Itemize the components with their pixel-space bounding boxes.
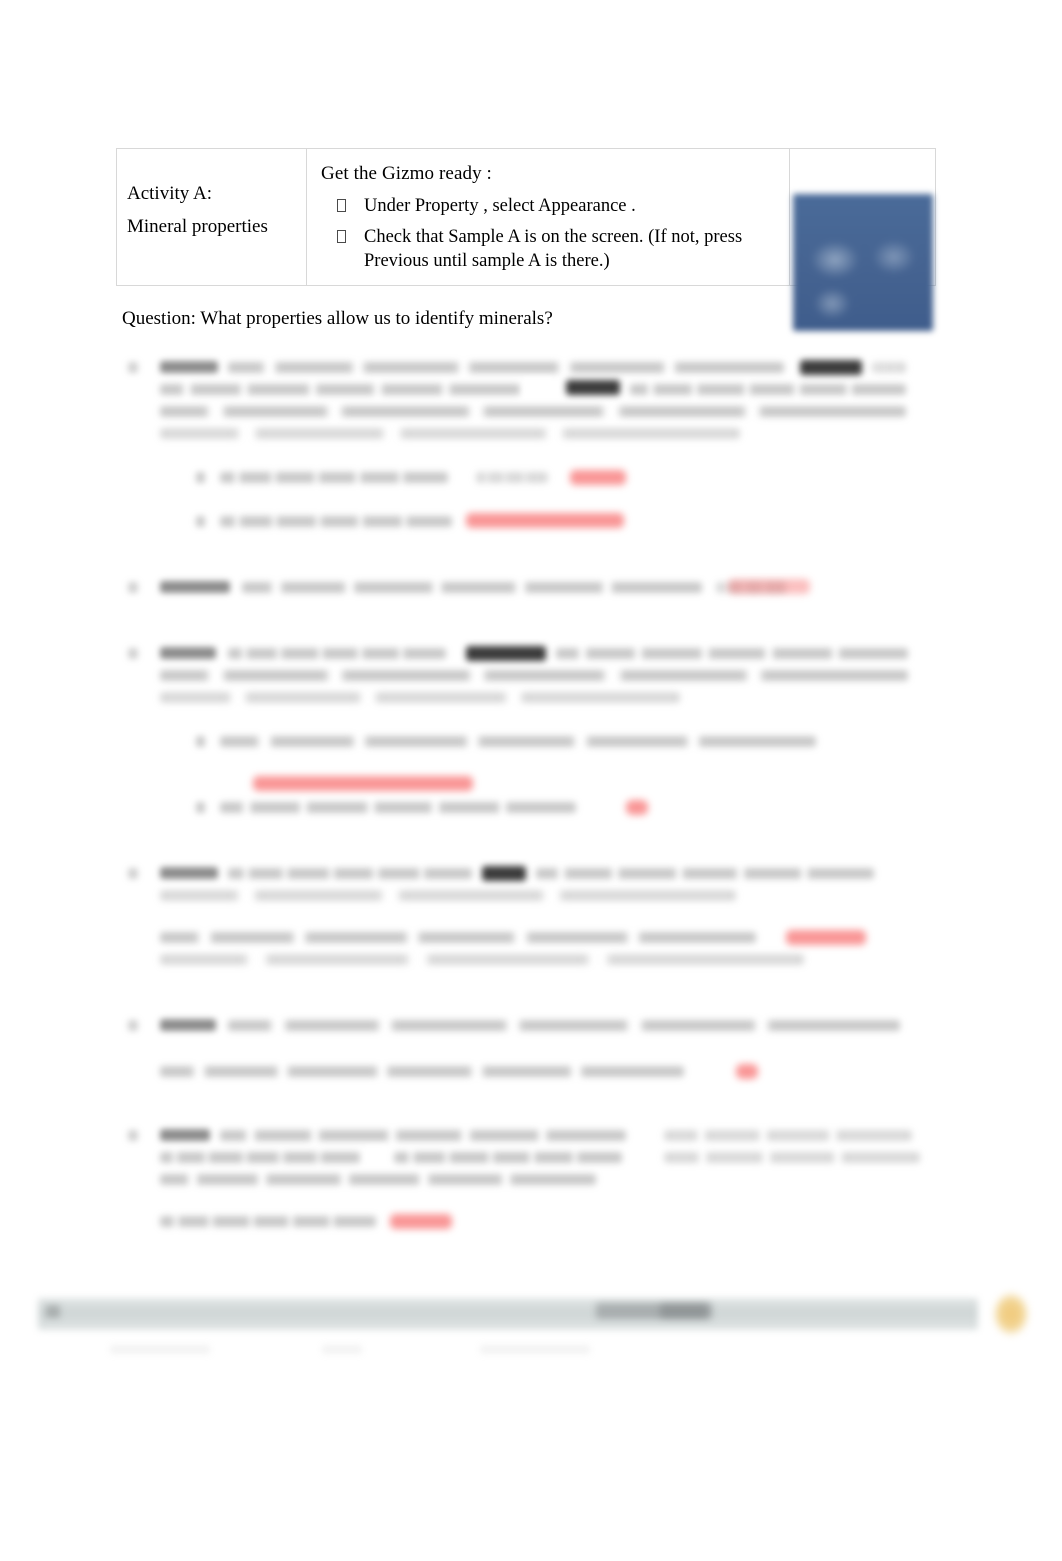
instruction-bullet-2-text: Check that Sample A is on the screen. (I… (364, 226, 743, 272)
activity-title-cell: Activity A: Mineral properties (117, 149, 307, 285)
body-line (160, 406, 906, 417)
handwritten-answer (253, 776, 473, 791)
body-line (160, 1174, 596, 1185)
body-line (160, 384, 520, 395)
handwritten-answer (626, 800, 648, 815)
instructions-cell: Get the Gizmo ready : Under Property , s… (307, 149, 790, 285)
item-number (128, 1130, 138, 1141)
footer-text-block (660, 1304, 708, 1318)
body-line (228, 648, 446, 659)
worksheet-body (0, 350, 1062, 1250)
body-line (160, 1152, 360, 1163)
body-line (160, 1066, 684, 1077)
body-line (160, 932, 756, 943)
body-line (630, 384, 906, 395)
instruction-bullet-2: Check that Sample A is on the screen. (I… (321, 225, 779, 274)
body-line (160, 890, 736, 901)
subitem-letter (196, 802, 205, 813)
body-line (160, 428, 740, 439)
body-line (242, 582, 702, 593)
footer-bar (38, 1298, 978, 1330)
body-line (220, 516, 452, 527)
missing-glyph-box-icon (337, 199, 346, 212)
body-line (220, 1130, 626, 1141)
page-question: Question: What properties allow us to id… (122, 308, 553, 329)
body-line (160, 692, 680, 703)
footer-ghost-text (110, 1345, 210, 1354)
missing-glyph-box-icon (337, 229, 346, 243)
item-number (128, 1020, 138, 1031)
body-line (160, 670, 908, 681)
instruction-bullet-1-text: Under Property , select Appearance . (364, 196, 636, 216)
body-line (476, 472, 548, 483)
footer-badge-icon (989, 1286, 1033, 1342)
item-number (128, 868, 138, 879)
footer-left-mark (46, 1305, 60, 1318)
body-line (228, 1020, 900, 1031)
body-line (220, 736, 816, 747)
item-lead-word (160, 867, 218, 879)
body-line (220, 472, 448, 483)
item-number (128, 648, 138, 659)
body-line (664, 1130, 912, 1141)
item-lead-word (160, 581, 230, 593)
inline-gap (366, 1146, 388, 1166)
inline-gap (524, 378, 552, 400)
subitem-letter (196, 736, 205, 747)
handwritten-answer (728, 579, 810, 594)
body-line (220, 802, 576, 813)
instruction-bullet-1: Under Property , select Appearance . (321, 194, 779, 219)
body-line (394, 1152, 622, 1163)
body-line (664, 1152, 920, 1163)
redacted-term (482, 866, 526, 881)
body-line (160, 1216, 376, 1227)
footer-ghost-text (322, 1345, 362, 1354)
handwritten-answer (390, 1214, 452, 1229)
item-lead-word (160, 1129, 210, 1141)
item-lead-word (160, 647, 216, 659)
redacted-term (800, 360, 862, 375)
body-line (872, 362, 906, 373)
body-line (228, 362, 784, 373)
item-number (128, 582, 138, 593)
activity-subject: Mineral properties (127, 216, 268, 238)
body-line (228, 868, 472, 879)
redacted-term (466, 646, 546, 661)
body-line (536, 868, 874, 879)
body-line (556, 648, 908, 659)
redacted-term (566, 380, 620, 395)
document-page: Activity A: Mineral properties Get the G… (0, 0, 1062, 1561)
subitem-letter (196, 516, 205, 527)
footer-ghost-text (480, 1345, 590, 1354)
handwritten-answer (570, 470, 626, 485)
handwritten-answer (736, 1064, 758, 1079)
item-lead-word (160, 361, 218, 373)
subitem-letter (196, 472, 205, 483)
gizmo-ready-heading: Get the Gizmo ready : (321, 163, 492, 184)
item-number (128, 362, 138, 373)
handwritten-answer (786, 930, 866, 945)
item-lead-word (160, 1019, 216, 1031)
handwritten-answer (466, 513, 624, 528)
gizmo-screenshot-thumbnail (793, 194, 933, 331)
activity-label: Activity A: (127, 183, 212, 204)
body-line (160, 954, 804, 965)
